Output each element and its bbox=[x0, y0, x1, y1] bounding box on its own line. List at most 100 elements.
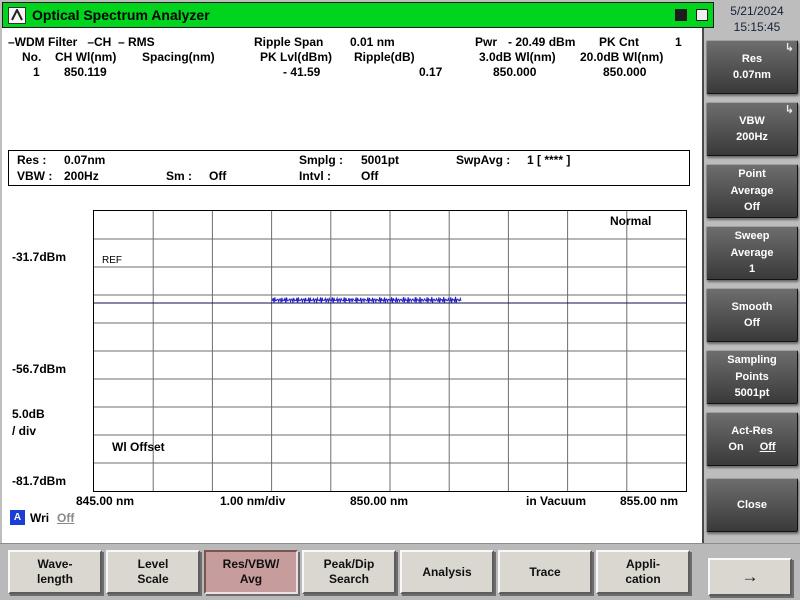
swpavg-value: 1 [ **** ] bbox=[527, 153, 571, 167]
softkey-close-label: Close bbox=[737, 498, 767, 511]
wdm-val-20db: 850.000 bbox=[603, 65, 647, 79]
y-axis-label-bottom: -81.7dBm bbox=[12, 474, 67, 488]
right-arrow-icon: → bbox=[741, 567, 759, 587]
maximize-button[interactable] bbox=[696, 9, 708, 21]
y-axis-label-mid: -56.7dBm bbox=[12, 362, 67, 376]
vbw-value: 200Hz bbox=[64, 169, 99, 183]
wdm-val-pklvl: - 41.59 bbox=[283, 65, 321, 79]
menu-peak-dip-line2: Search bbox=[328, 572, 370, 586]
x-axis-label-center: 850.00 nm bbox=[350, 494, 409, 508]
softkey-sampling-points-line2: Points bbox=[735, 370, 769, 383]
menu-button-application[interactable]: Appli- cation bbox=[596, 550, 690, 594]
softkey-sampling-points-line1: Sampling bbox=[727, 354, 777, 367]
softkey-close[interactable]: Close bbox=[706, 478, 798, 532]
ref-annotation: REF bbox=[102, 255, 122, 266]
menu-button-level-scale[interactable]: Level Scale bbox=[106, 550, 200, 594]
wdm-col-pklvl: PK Lvl(dBm) bbox=[260, 50, 332, 64]
menu-button-trace[interactable]: Trace bbox=[498, 550, 592, 594]
pwr-label: Pwr bbox=[475, 35, 498, 49]
softkey-smooth[interactable]: Smooth Off bbox=[706, 288, 798, 342]
softkey-act-res[interactable]: Act-Res On Off bbox=[706, 412, 798, 466]
menu-button-analysis[interactable]: Analysis bbox=[400, 550, 494, 594]
softkey-sweep-average-line1: Sweep bbox=[734, 230, 770, 243]
datetime-display: 5/21/2024 15:15:45 bbox=[714, 3, 800, 35]
softkey-point-average-line2: Average bbox=[730, 184, 774, 197]
wdm-val-no: 1 bbox=[33, 65, 40, 79]
x-axis-div-label: 1.00 nm/div bbox=[220, 494, 286, 508]
wdm-col-ripple: Ripple(dB) bbox=[354, 50, 415, 64]
wdm-val-ripple: 0.17 bbox=[419, 65, 443, 79]
function-menu-bar: Wave- length Level Scale Res/VBW/ Avg Pe… bbox=[0, 543, 800, 600]
menu-button-res-vbw-avg[interactable]: Res/VBW/ Avg bbox=[204, 550, 298, 594]
menu-peak-dip-line1: Peak/Dip bbox=[323, 557, 375, 571]
y-axis-scale-unit: / div bbox=[12, 424, 37, 438]
trace-mode-label: Wri bbox=[30, 511, 50, 525]
submenu-hook-icon: ↳ bbox=[784, 104, 794, 116]
minimize-button[interactable] bbox=[675, 9, 687, 21]
spectrum-chart-area bbox=[93, 210, 687, 492]
softkey-sweep-average-value: 1 bbox=[748, 263, 756, 276]
x-axis-label-right: 855.00 nm bbox=[620, 494, 679, 508]
sm-value: Off bbox=[209, 169, 227, 183]
menu-wavelength-line2: length bbox=[37, 572, 73, 586]
trace-mode-annotation: Normal bbox=[610, 214, 652, 228]
wdm-val-chwl: 850.119 bbox=[64, 65, 107, 79]
res-label: Res : bbox=[17, 153, 47, 167]
x-axis-label-left: 845.00 nm bbox=[76, 494, 135, 508]
softkey-act-res-label: Act-Res bbox=[731, 424, 773, 437]
wdm-col-no: No. bbox=[22, 50, 42, 64]
act-res-on-option[interactable]: On bbox=[728, 439, 743, 456]
app-logo-icon bbox=[8, 6, 26, 24]
softkey-vbw-label: VBW bbox=[739, 114, 765, 127]
intvl-label: Intvl : bbox=[299, 169, 331, 183]
menu-button-wavelength[interactable]: Wave- length bbox=[8, 550, 102, 594]
softkey-vbw[interactable]: ↳ VBW 200Hz bbox=[706, 102, 798, 156]
pwr-value: - 20.49 dBm bbox=[508, 35, 576, 49]
softkey-res-label: Res bbox=[741, 52, 763, 65]
softkey-point-average[interactable]: Point Average Off bbox=[706, 164, 798, 218]
act-res-toggle: On Off bbox=[728, 439, 775, 456]
softkey-sampling-points[interactable]: Sampling Points 5001pt bbox=[706, 350, 798, 404]
pk-cnt-label: PK Cnt bbox=[599, 35, 639, 49]
wdm-col-chwl: CH Wl(nm) bbox=[55, 50, 117, 64]
ripple-span-label: Ripple Span bbox=[254, 35, 324, 49]
menu-button-peak-dip-search[interactable]: Peak/Dip Search bbox=[302, 550, 396, 594]
vbw-label: VBW : bbox=[17, 169, 53, 183]
softkey-smooth-value: Off bbox=[744, 317, 760, 329]
intvl-value: Off bbox=[361, 169, 379, 183]
softkey-point-average-value: Off bbox=[744, 201, 760, 214]
softkey-sweep-average[interactable]: Sweep Average 1 bbox=[706, 226, 798, 280]
time-label: 15:15:45 bbox=[733, 20, 781, 35]
pk-cnt-value: 1 bbox=[675, 35, 682, 49]
softkey-res-value: 0.07nm bbox=[733, 69, 771, 81]
trace-a-badge: A bbox=[10, 510, 25, 525]
main-panel: –WDM Filter –CH – RMS No. CH Wl(nm) Spac… bbox=[2, 28, 704, 543]
vacuum-label: in Vacuum bbox=[526, 494, 587, 508]
softkey-sampling-points-value: 5001pt bbox=[734, 387, 770, 400]
menu-application-line2: cation bbox=[625, 572, 661, 586]
menu-wavelength-line1: Wave- bbox=[37, 557, 73, 571]
sm-label: Sm : bbox=[166, 169, 193, 183]
window-title: Optical Spectrum Analyzer bbox=[32, 7, 210, 23]
date-label: 5/21/2024 bbox=[730, 4, 784, 18]
submenu-hook-icon: ↳ bbox=[784, 42, 794, 54]
softkey-point-average-line1: Point bbox=[738, 168, 766, 181]
menu-next-page-button[interactable]: → bbox=[708, 558, 792, 596]
spectrum-plot bbox=[94, 211, 686, 491]
menu-res-vbw-avg-line2: Avg bbox=[239, 572, 263, 586]
menu-res-vbw-avg-line1: Res/VBW/ bbox=[222, 557, 280, 571]
ripple-span-value: 0.01 nm bbox=[350, 35, 395, 49]
menu-trace-label: Trace bbox=[529, 564, 561, 579]
wdm-col-20db: 20.0dB Wl(nm) bbox=[580, 50, 664, 64]
measurement-settings-panel: Res : 0.07nm Smplg : 5001pt SwpAvg : 1 [… bbox=[8, 150, 690, 186]
softkey-vbw-value: 200Hz bbox=[736, 131, 768, 143]
act-res-off-option[interactable]: Off bbox=[760, 439, 776, 456]
y-axis-label-top: -31.7dBm bbox=[12, 250, 67, 264]
trace-state-label: Off bbox=[57, 511, 75, 525]
smplg-value: 5001pt bbox=[361, 153, 400, 167]
softkey-res[interactable]: ↳ Res 0.07nm bbox=[706, 40, 798, 94]
wdm-tree-line: –WDM Filter –CH – RMS bbox=[8, 35, 155, 49]
y-axis-scale-value: 5.0dB bbox=[12, 407, 45, 421]
swpavg-label: SwpAvg : bbox=[456, 153, 511, 167]
wdm-col-spacing: Spacing(nm) bbox=[142, 50, 215, 64]
